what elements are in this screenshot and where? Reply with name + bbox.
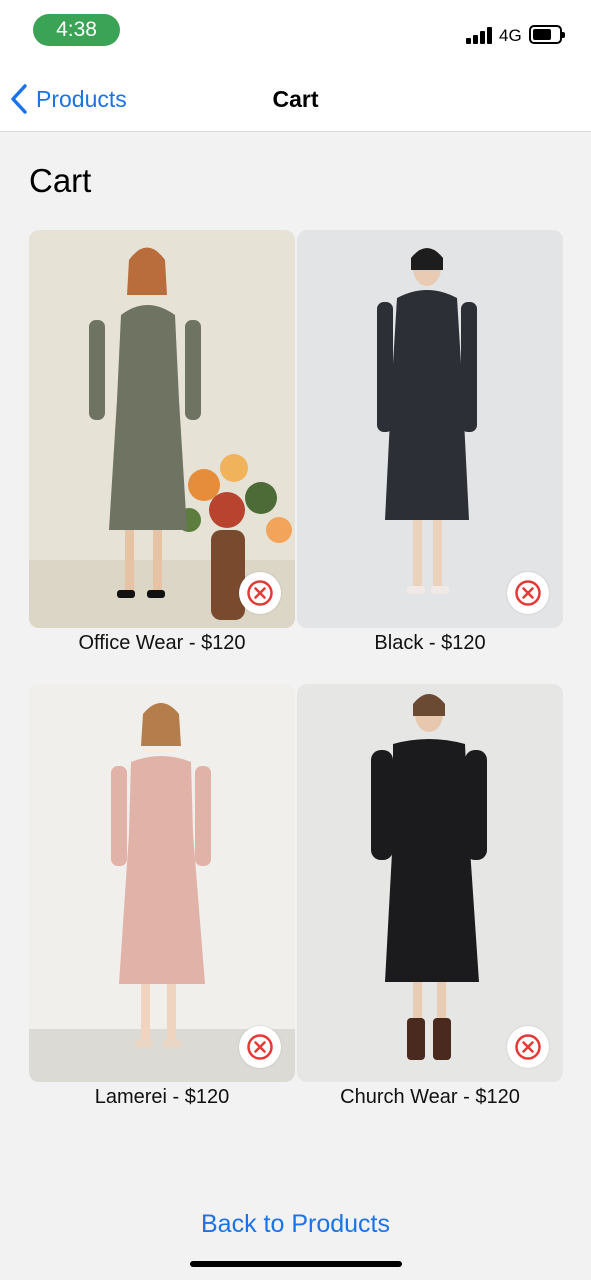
product-caption: Office Wear - $120 (78, 632, 246, 654)
battery-level (533, 29, 551, 40)
page-title: Cart (29, 162, 92, 199)
status-time: 4:38 (33, 14, 120, 46)
nav-title: Cart (272, 86, 319, 112)
cart-item-church-wear[interactable]: Church Wear - $120 (297, 684, 563, 1108)
product-image[interactable] (29, 230, 295, 628)
cellular-signal-icon (466, 27, 492, 44)
product-image[interactable] (29, 684, 295, 1082)
product-caption: Church Wear - $120 (340, 1086, 520, 1108)
cart-item-office-wear[interactable]: Office Wear - $120 (29, 230, 295, 654)
home-indicator[interactable] (190, 1261, 402, 1267)
dress-photo-illustration (29, 230, 295, 628)
product-image[interactable] (297, 684, 563, 1082)
close-circle-icon (247, 1034, 273, 1060)
network-type: 4G (499, 26, 522, 45)
remove-item-button[interactable] (507, 1026, 549, 1068)
status-bar: 4:38 4G (0, 0, 591, 62)
navigation-bar: Products Cart (0, 62, 591, 132)
cart-item-lamerei[interactable]: Lamerei - $120 (29, 684, 295, 1108)
remove-item-button[interactable] (507, 572, 549, 614)
cart-item-black[interactable]: Black - $120 (297, 230, 563, 654)
product-caption: Lamerei - $120 (94, 1086, 230, 1108)
back-to-products-link[interactable]: Back to Products (0, 1210, 591, 1239)
dress-photo-illustration (29, 684, 295, 1082)
close-circle-icon (515, 580, 541, 606)
product-caption: Black - $120 (374, 632, 486, 654)
dress-photo-illustration (297, 230, 563, 628)
remove-item-button[interactable] (239, 572, 281, 614)
close-circle-icon (515, 1034, 541, 1060)
battery-icon (529, 25, 565, 44)
close-circle-icon (247, 580, 273, 606)
product-image[interactable] (297, 230, 563, 628)
dress-photo-illustration (297, 684, 563, 1082)
remove-item-button[interactable] (239, 1026, 281, 1068)
